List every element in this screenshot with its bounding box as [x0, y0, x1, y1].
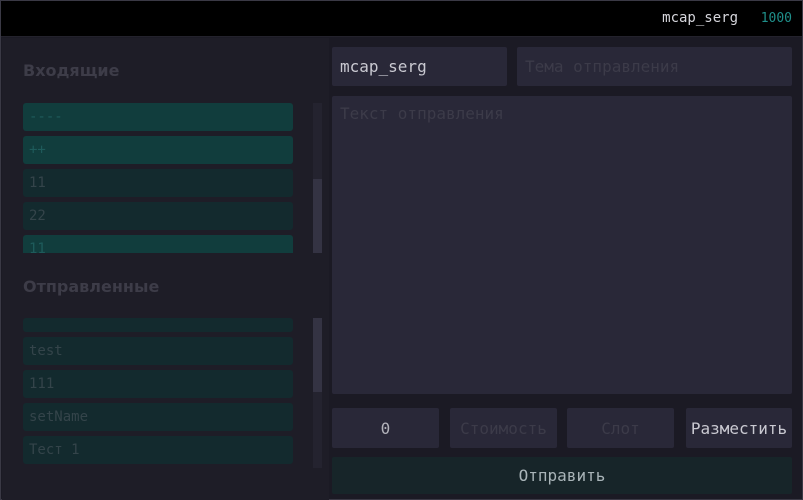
inbox-item[interactable]: 22: [23, 202, 293, 230]
inbox-scrollbar-thumb[interactable]: [313, 179, 322, 253]
sent-scrollbar[interactable]: [313, 318, 322, 468]
cost-input[interactable]: Стоимость: [450, 408, 557, 448]
inbox-scrollbar[interactable]: [313, 103, 322, 253]
inbox-item[interactable]: ++: [23, 136, 293, 164]
sent-scrollbar-thumb[interactable]: [313, 318, 322, 392]
subject-input[interactable]: Тема отправления: [517, 47, 792, 86]
inbox-item[interactable]: 11: [23, 235, 293, 253]
sent-item[interactable]: setName: [23, 403, 293, 431]
inbox-title: Входящие: [23, 61, 120, 80]
sent-item[interactable]: 111: [23, 370, 293, 398]
sent-list: test 111 setName Тест 1: [23, 318, 293, 465]
message-body-input[interactable]: Текст отправления: [332, 96, 792, 394]
sent-item[interactable]: Тест 1: [23, 436, 293, 464]
username-label: mcap_serg: [662, 10, 738, 26]
inbox-item[interactable]: ----: [23, 103, 293, 131]
mail-sidebar: Входящие ---- ++ 11 22 11 Отправленные t…: [2, 38, 329, 500]
inbox-list: ---- ++ 11 22 11: [23, 103, 293, 253]
sent-item-partial[interactable]: [23, 318, 293, 332]
place-button[interactable]: Разместить: [686, 408, 792, 448]
inbox-item[interactable]: 11: [23, 169, 293, 197]
sent-item[interactable]: test: [23, 337, 293, 365]
quantity-input[interactable]: 0: [332, 408, 439, 448]
app-window: mcap_serg 1000 Входящие ---- ++ 11 22 11…: [0, 0, 803, 500]
send-button[interactable]: Отправить: [332, 457, 792, 494]
balance-label: 1000: [760, 11, 792, 26]
top-bar: mcap_serg 1000: [1, 1, 802, 37]
recipient-input[interactable]: mcap_serg: [332, 47, 507, 86]
slot-input[interactable]: Слот: [567, 408, 674, 448]
sent-title: Отправленные: [23, 277, 160, 296]
